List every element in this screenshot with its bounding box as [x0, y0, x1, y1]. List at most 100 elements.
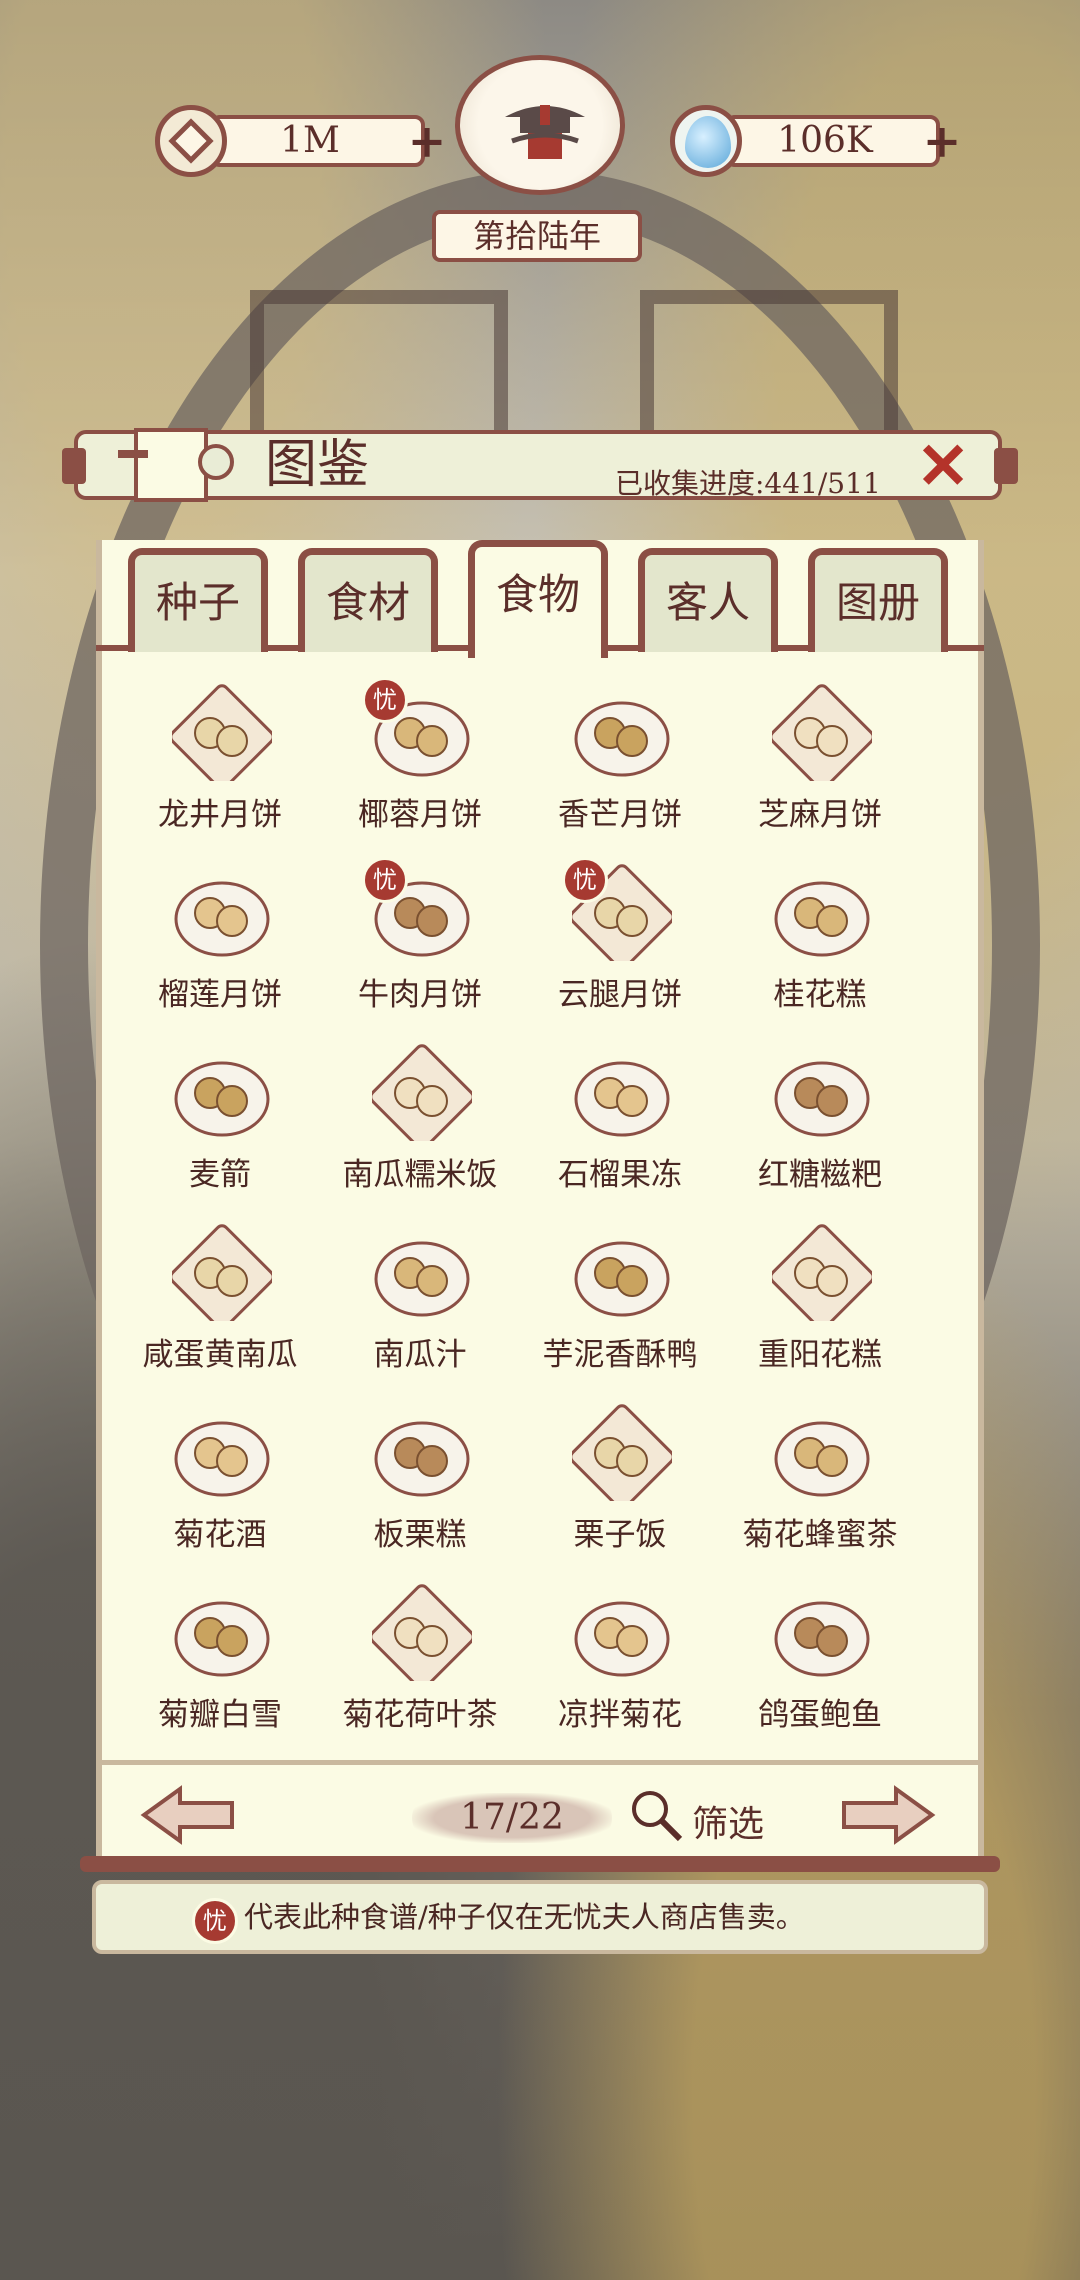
food-icon [772, 1224, 872, 1321]
food-item[interactable]: 桂花糕 [720, 845, 920, 1025]
jade-value: 106K [777, 120, 873, 161]
food-name: 南瓜糯米饭 [342, 1157, 498, 1193]
food-item[interactable]: 重阳花糕 [720, 1205, 920, 1385]
food-name: 牛肉月饼 [358, 977, 482, 1013]
food-name: 南瓜汁 [373, 1337, 467, 1373]
food-name: 芋泥香酥鸭 [542, 1337, 698, 1373]
food-name: 龙井月饼 [158, 797, 282, 833]
pagoda-emblem [455, 55, 625, 195]
filter-button[interactable]: 筛选 [626, 1785, 766, 1845]
food-item[interactable]: 栗子饭 [520, 1385, 720, 1565]
food-icon [774, 1421, 870, 1497]
food-name: 麦箭 [189, 1157, 251, 1193]
food-icon [174, 1061, 270, 1137]
food-icon [174, 881, 270, 957]
food-item[interactable]: 板栗糕 [320, 1385, 520, 1565]
food-name: 芝麻月饼 [758, 797, 882, 833]
food-item[interactable]: 菊花蜂蜜茶 [720, 1385, 920, 1565]
water-drop-icon [670, 105, 742, 177]
jade-counter: 106K + [670, 105, 970, 177]
food-icon [172, 684, 272, 781]
food-icon [574, 1601, 670, 1677]
food-name: 凉拌菊花 [558, 1697, 682, 1733]
food-item[interactable]: 菊花荷叶茶 [320, 1565, 520, 1745]
worry-free-badge-icon: 忧 [362, 857, 408, 903]
food-item[interactable]: 南瓜汁 [320, 1205, 520, 1385]
food-name: 石榴果冻 [558, 1157, 682, 1193]
food-item[interactable]: 红糖糍粑 [720, 1025, 920, 1205]
panel-title: 图鉴 [265, 435, 370, 495]
food-item[interactable]: 菊花酒 [120, 1385, 320, 1565]
food-icon [574, 1241, 670, 1317]
food-icon [372, 1584, 472, 1681]
food-item[interactable]: 芝麻月饼 [720, 665, 920, 845]
food-icon [374, 1241, 470, 1317]
food-item[interactable]: 凉拌菊花 [520, 1565, 720, 1745]
tab-4[interactable]: 图册 [808, 548, 948, 652]
food-icon [374, 1421, 470, 1497]
coin-counter: 1M + [155, 105, 455, 177]
add-jade-button[interactable]: + [914, 113, 970, 169]
food-item[interactable]: 鸽蛋鲍鱼 [720, 1565, 920, 1745]
food-name: 榴莲月饼 [158, 977, 282, 1013]
food-name: 云腿月饼 [558, 977, 682, 1013]
add-coins-button[interactable]: + [399, 113, 455, 169]
year-label: 第拾陆年 [432, 210, 642, 262]
food-item[interactable]: 南瓜糯米饭 [320, 1025, 520, 1205]
tab-2[interactable]: 食物 [468, 540, 608, 658]
food-name: 栗子饭 [573, 1517, 667, 1553]
tab-bar: 种子 食材 食物 客人 图册 [96, 540, 984, 658]
scroll-rod-end [62, 448, 86, 484]
collection-progress: 已收集进度:441/511 [615, 467, 881, 500]
food-name: 咸蛋黄南瓜 [142, 1337, 298, 1373]
food-item[interactable]: 麦箭 [120, 1025, 320, 1205]
food-icon [574, 701, 670, 777]
food-icon [172, 1224, 272, 1321]
food-icon [174, 1601, 270, 1677]
food-item[interactable]: 菊瓣白雪 [120, 1565, 320, 1745]
food-name: 鸽蛋鲍鱼 [758, 1697, 882, 1733]
next-page-button[interactable] [840, 1785, 936, 1845]
food-item[interactable]: 芋泥香酥鸭 [520, 1205, 720, 1385]
close-button[interactable]: ✕ [912, 435, 974, 499]
food-item[interactable]: 石榴果冻 [520, 1025, 720, 1205]
pager: 17/22 筛选 [96, 1760, 984, 1865]
food-item[interactable]: 忧云腿月饼 [520, 845, 720, 1025]
food-item[interactable]: 龙井月饼 [120, 665, 320, 845]
food-icon [774, 1601, 870, 1677]
food-name: 菊瓣白雪 [158, 1697, 282, 1733]
worry-free-badge-icon: 忧 [562, 857, 608, 903]
food-item[interactable]: 香芒月饼 [520, 665, 720, 845]
prev-page-button[interactable] [140, 1785, 236, 1845]
food-name: 桂花糕 [773, 977, 867, 1013]
scroll-icon [118, 428, 234, 502]
tab-0[interactable]: 种子 [128, 548, 268, 652]
worry-free-badge-icon: 忧 [192, 1898, 238, 1944]
tab-1[interactable]: 食材 [298, 548, 438, 652]
scroll-rod-end [994, 448, 1018, 484]
food-item[interactable]: 咸蛋黄南瓜 [120, 1205, 320, 1385]
page-indicator: 17/22 [412, 1793, 612, 1843]
note-text: 代表此种食谱/种子仅在无忧夫人商店售卖。 [244, 1900, 805, 1934]
food-name: 重阳花糕 [758, 1337, 882, 1373]
shop-note: 忧 代表此种食谱/种子仅在无忧夫人商店售卖。 [92, 1880, 988, 1954]
food-name: 椰蓉月饼 [358, 797, 482, 833]
food-item[interactable]: 榴莲月饼 [120, 845, 320, 1025]
worry-free-badge-icon: 忧 [362, 677, 408, 723]
food-item[interactable]: 忧牛肉月饼 [320, 845, 520, 1025]
food-icon [774, 1061, 870, 1137]
panel-bottom-rod [80, 1856, 1000, 1872]
food-icon [574, 1061, 670, 1137]
food-icon [774, 881, 870, 957]
pagoda-icon [505, 105, 585, 159]
food-icon [772, 684, 872, 781]
food-item[interactable]: 忧椰蓉月饼 [320, 665, 520, 845]
coin-icon [155, 105, 227, 177]
food-icon [174, 1421, 270, 1497]
magnifier-icon [632, 1791, 683, 1842]
coin-value: 1M [280, 120, 340, 161]
tab-3[interactable]: 客人 [638, 548, 778, 652]
food-icon [372, 1044, 472, 1141]
food-name: 红糖糍粑 [758, 1157, 882, 1193]
food-name: 板栗糕 [373, 1517, 467, 1553]
